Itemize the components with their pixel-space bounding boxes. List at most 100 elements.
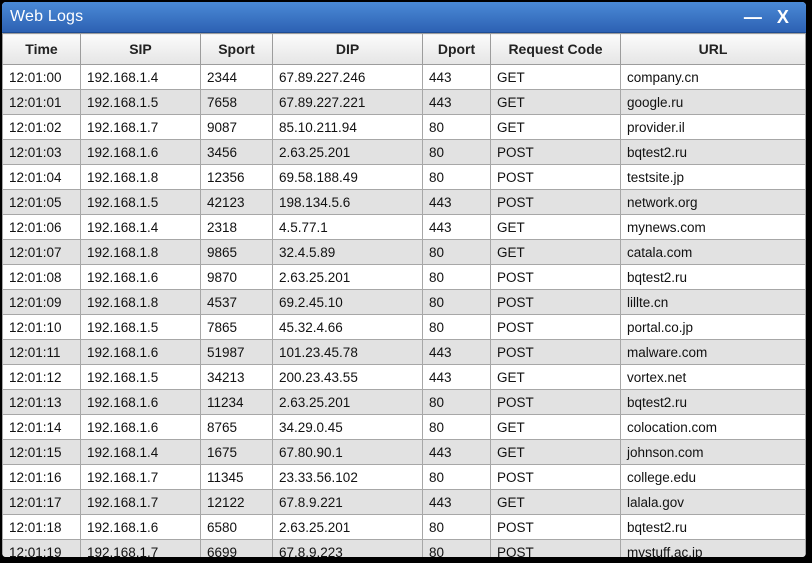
cell-dip: 45.32.4.66 — [273, 315, 423, 340]
cell-code: POST — [491, 165, 621, 190]
cell-time: 12:01:15 — [3, 440, 81, 465]
cell-sip: 192.168.1.7 — [81, 115, 201, 140]
cell-sport: 7658 — [201, 90, 273, 115]
table-row[interactable]: 12:01:07192.168.1.8986532.4.5.8980GETcat… — [3, 240, 806, 265]
close-button[interactable]: X — [768, 7, 798, 28]
cell-dport: 443 — [423, 440, 491, 465]
cell-url: vortex.net — [621, 365, 806, 390]
cell-url: mynews.com — [621, 215, 806, 240]
table-row[interactable]: 12:01:09192.168.1.8453769.2.45.1080POSTl… — [3, 290, 806, 315]
cell-dip: 67.80.90.1 — [273, 440, 423, 465]
cell-sip: 192.168.1.6 — [81, 140, 201, 165]
table-row[interactable]: 12:01:19192.168.1.7669967.8.9.22380POSTm… — [3, 540, 806, 559]
table-row[interactable]: 12:01:00192.168.1.4234467.89.227.246443G… — [3, 65, 806, 90]
cell-dport: 443 — [423, 215, 491, 240]
cell-dport: 80 — [423, 290, 491, 315]
table-row[interactable]: 12:01:17192.168.1.71212267.8.9.221443GET… — [3, 490, 806, 515]
cell-sport: 11234 — [201, 390, 273, 415]
col-sport[interactable]: Sport — [201, 34, 273, 65]
cell-dip: 69.2.45.10 — [273, 290, 423, 315]
table-header: Time SIP Sport DIP Dport Request Code UR… — [3, 34, 806, 65]
table-row[interactable]: 12:01:06192.168.1.423184.5.77.1443GETmyn… — [3, 215, 806, 240]
table-row[interactable]: 12:01:18192.168.1.665802.63.25.20180POST… — [3, 515, 806, 540]
cell-sip: 192.168.1.8 — [81, 290, 201, 315]
cell-dport: 80 — [423, 165, 491, 190]
col-sip[interactable]: SIP — [81, 34, 201, 65]
col-url[interactable]: URL — [621, 34, 806, 65]
cell-dport: 80 — [423, 240, 491, 265]
col-code[interactable]: Request Code — [491, 34, 621, 65]
table-row[interactable]: 12:01:03192.168.1.634562.63.25.20180POST… — [3, 140, 806, 165]
cell-code: POST — [491, 465, 621, 490]
cell-time: 12:01:16 — [3, 465, 81, 490]
cell-sport: 34213 — [201, 365, 273, 390]
cell-dport: 80 — [423, 140, 491, 165]
cell-time: 12:01:18 — [3, 515, 81, 540]
table-row[interactable]: 12:01:01192.168.1.5765867.89.227.221443G… — [3, 90, 806, 115]
table-row[interactable]: 12:01:10192.168.1.5786545.32.4.6680POSTp… — [3, 315, 806, 340]
cell-time: 12:01:10 — [3, 315, 81, 340]
table-row[interactable]: 12:01:15192.168.1.4167567.80.90.1443GETj… — [3, 440, 806, 465]
cell-url: google.ru — [621, 90, 806, 115]
cell-sport: 12122 — [201, 490, 273, 515]
cell-sport: 2318 — [201, 215, 273, 240]
cell-sip: 192.168.1.7 — [81, 540, 201, 559]
table-row[interactable]: 12:01:11192.168.1.651987101.23.45.78443P… — [3, 340, 806, 365]
cell-sip: 192.168.1.6 — [81, 515, 201, 540]
col-dport[interactable]: Dport — [423, 34, 491, 65]
cell-code: POST — [491, 140, 621, 165]
table-body: 12:01:00192.168.1.4234467.89.227.246443G… — [3, 65, 806, 559]
cell-time: 12:01:03 — [3, 140, 81, 165]
window-title: Web Logs — [10, 8, 738, 26]
cell-dport: 443 — [423, 365, 491, 390]
table-row[interactable]: 12:01:05192.168.1.542123198.134.5.6443PO… — [3, 190, 806, 215]
table-row[interactable]: 12:01:14192.168.1.6876534.29.0.4580GETco… — [3, 415, 806, 440]
cell-dport: 80 — [423, 515, 491, 540]
cell-url: mystuff.ac.jp — [621, 540, 806, 559]
cell-url: malware.com — [621, 340, 806, 365]
cell-time: 12:01:11 — [3, 340, 81, 365]
cell-sport: 2344 — [201, 65, 273, 90]
cell-url: bqtest2.ru — [621, 265, 806, 290]
cell-dip: 101.23.45.78 — [273, 340, 423, 365]
table-row[interactable]: 12:01:13192.168.1.6112342.63.25.20180POS… — [3, 390, 806, 415]
cell-time: 12:01:09 — [3, 290, 81, 315]
cell-sip: 192.168.1.5 — [81, 90, 201, 115]
cell-dip: 67.89.227.246 — [273, 65, 423, 90]
cell-time: 12:01:00 — [3, 65, 81, 90]
cell-sport: 7865 — [201, 315, 273, 340]
cell-url: johnson.com — [621, 440, 806, 465]
minimize-button[interactable]: — — [738, 7, 768, 28]
cell-sport: 9870 — [201, 265, 273, 290]
table-row[interactable]: 12:01:02192.168.1.7908785.10.211.9480GET… — [3, 115, 806, 140]
cell-sip: 192.168.1.5 — [81, 190, 201, 215]
cell-code: GET — [491, 90, 621, 115]
col-time[interactable]: Time — [3, 34, 81, 65]
app-window: Web Logs — X Time SIP Sport DIP Dport Re… — [0, 0, 808, 559]
cell-url: testsite.jp — [621, 165, 806, 190]
titlebar[interactable]: Web Logs — X — [2, 2, 806, 33]
cell-sip: 192.168.1.6 — [81, 390, 201, 415]
table-row[interactable]: 12:01:16192.168.1.71134523.33.56.10280PO… — [3, 465, 806, 490]
col-dip[interactable]: DIP — [273, 34, 423, 65]
table-row[interactable]: 12:01:04192.168.1.81235669.58.188.4980PO… — [3, 165, 806, 190]
cell-time: 12:01:04 — [3, 165, 81, 190]
table-row[interactable]: 12:01:12192.168.1.534213200.23.43.55443G… — [3, 365, 806, 390]
cell-code: GET — [491, 365, 621, 390]
cell-url: catala.com — [621, 240, 806, 265]
cell-url: bqtest2.ru — [621, 515, 806, 540]
table-container: Time SIP Sport DIP Dport Request Code UR… — [2, 33, 806, 558]
cell-sport: 51987 — [201, 340, 273, 365]
cell-dport: 80 — [423, 540, 491, 559]
cell-dip: 200.23.43.55 — [273, 365, 423, 390]
cell-sip: 192.168.1.6 — [81, 265, 201, 290]
cell-dport: 80 — [423, 415, 491, 440]
cell-code: POST — [491, 515, 621, 540]
cell-code: GET — [491, 215, 621, 240]
cell-dip: 2.63.25.201 — [273, 515, 423, 540]
table-row[interactable]: 12:01:08192.168.1.698702.63.25.20180POST… — [3, 265, 806, 290]
cell-time: 12:01:17 — [3, 490, 81, 515]
cell-code: POST — [491, 315, 621, 340]
cell-time: 12:01:06 — [3, 215, 81, 240]
cell-sip: 192.168.1.7 — [81, 465, 201, 490]
